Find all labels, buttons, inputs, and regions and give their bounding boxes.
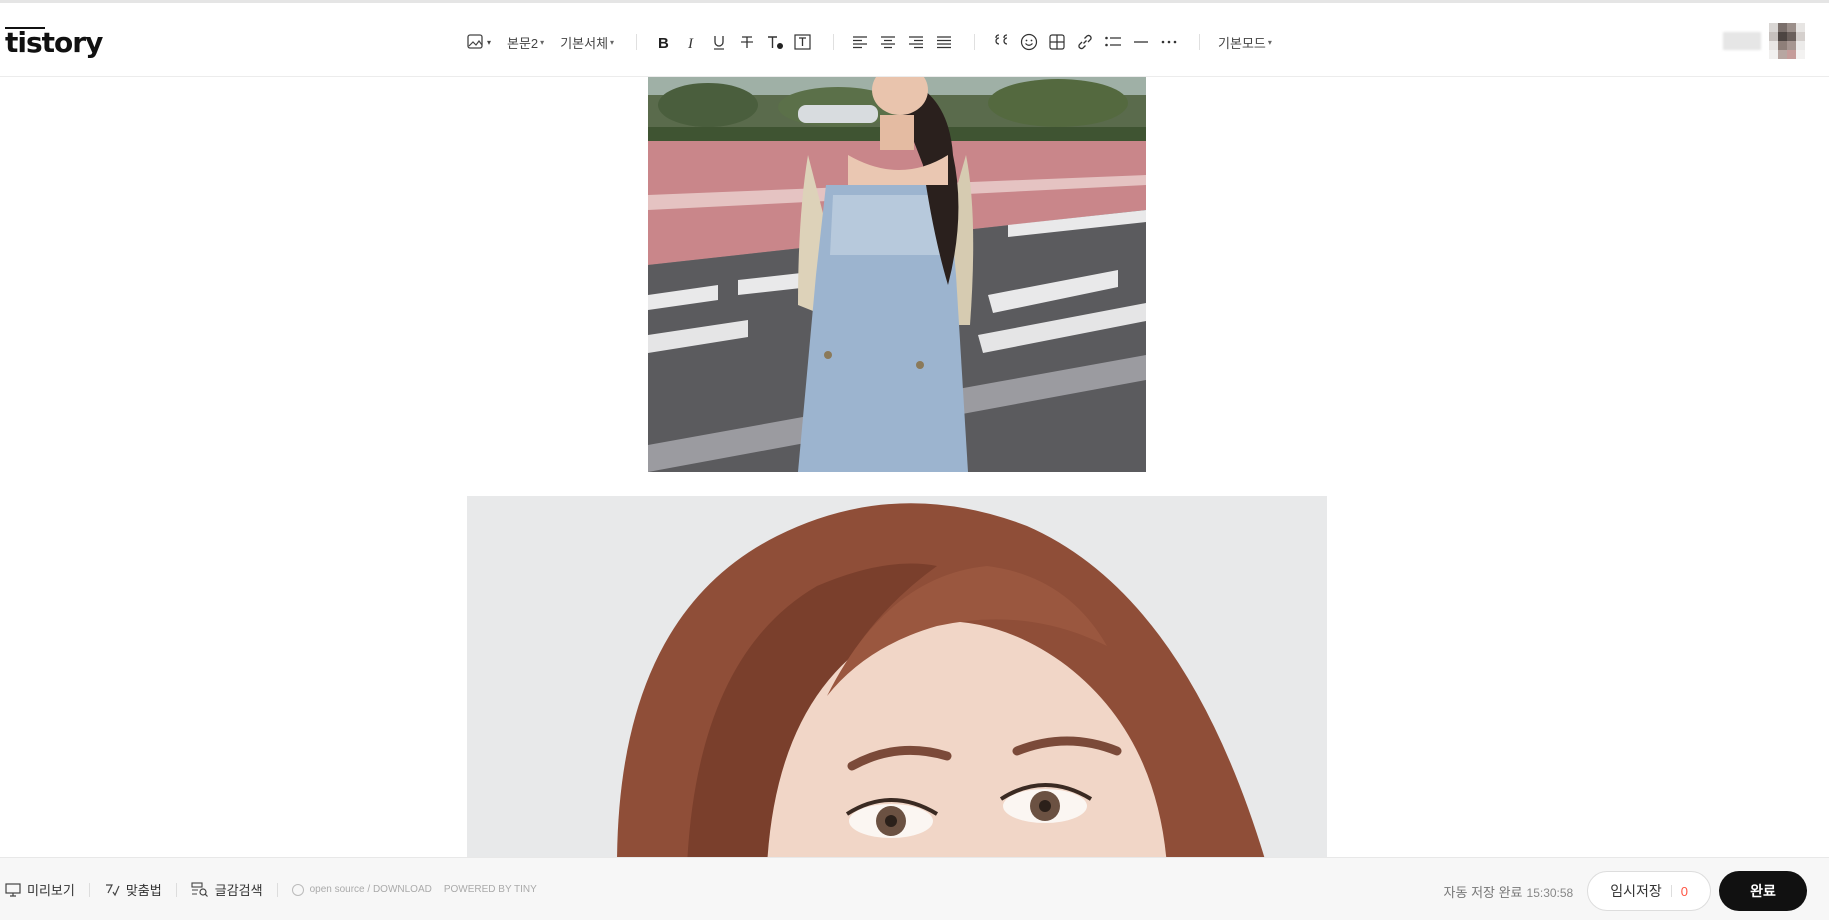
toolbar-divider bbox=[833, 34, 835, 50]
editor-content[interactable] bbox=[0, 77, 1829, 857]
underline-button[interactable] bbox=[707, 29, 731, 55]
link-icon bbox=[1078, 34, 1092, 50]
autosave-text: 자동 저장 완료 bbox=[1443, 884, 1523, 900]
bullet-list-button[interactable] bbox=[1101, 29, 1125, 55]
draft-count: 0 bbox=[1680, 883, 1688, 899]
text-color-button[interactable] bbox=[763, 29, 787, 55]
align-right-button[interactable] bbox=[904, 29, 928, 55]
quote-button[interactable] bbox=[989, 29, 1013, 55]
table-icon bbox=[1049, 34, 1065, 50]
align-center-button[interactable] bbox=[876, 29, 900, 55]
list-icon bbox=[1105, 36, 1122, 47]
autosave-status: 자동 저장 완료 15:30:58 bbox=[1444, 882, 1574, 901]
powered-by-tiny[interactable]: POWERED BY TINY bbox=[444, 884, 537, 895]
align-justify-button[interactable] bbox=[932, 29, 956, 55]
svg-text:I: I bbox=[687, 36, 694, 50]
bold-icon: B bbox=[658, 35, 669, 50]
italic-icon: I bbox=[687, 36, 694, 50]
toolbar-divider bbox=[974, 34, 976, 50]
font-family-value: 기본서체 bbox=[560, 35, 609, 51]
align-center-icon bbox=[881, 36, 896, 49]
footer-left-tools: 미리보기 맞춤법 글감검색 open source / DOWNLOAD POW… bbox=[5, 858, 549, 921]
tistory-logo[interactable]: tistory bbox=[5, 26, 103, 60]
blurred-username bbox=[1723, 32, 1761, 50]
footer-divider bbox=[88, 882, 90, 897]
align-right-icon bbox=[909, 36, 924, 49]
content-search-button[interactable]: 글감검색 bbox=[191, 880, 263, 899]
text-background-icon bbox=[794, 34, 811, 50]
quote-icon bbox=[995, 34, 1008, 45]
strikethrough-icon bbox=[741, 36, 754, 48]
chevron-down-icon: ▾ bbox=[540, 37, 545, 47]
preview-label: 미리보기 bbox=[27, 883, 75, 898]
logo-text: tistory bbox=[5, 26, 103, 59]
italic-button[interactable]: I bbox=[679, 29, 703, 55]
text-background-button[interactable] bbox=[791, 29, 815, 55]
user-area[interactable] bbox=[1723, 23, 1805, 59]
image-icon bbox=[467, 34, 483, 49]
autosave-time: 15:30:58 bbox=[1526, 885, 1574, 900]
editor-footer: 미리보기 맞춤법 글감검색 open source / DOWNLOAD POW… bbox=[0, 857, 1829, 920]
footer-divider bbox=[175, 882, 177, 897]
preview-button[interactable]: 미리보기 bbox=[5, 880, 75, 899]
draft-label: 임시저장 bbox=[1610, 883, 1662, 899]
bold-button[interactable]: B bbox=[651, 29, 675, 55]
opensource-label: open source / DOWNLOAD bbox=[309, 884, 432, 895]
content-search-icon bbox=[191, 881, 208, 897]
editor-toolbar: tistory ▾ 본문2 ▾ 기본서체 ▾ B I 기본모드 ▾ bbox=[0, 0, 1829, 77]
logo-underline bbox=[5, 27, 45, 29]
spellcheck-label: 맞춤법 bbox=[125, 883, 162, 898]
horizontal-rule-button[interactable] bbox=[1129, 29, 1153, 55]
text-color-icon bbox=[768, 36, 784, 49]
toolbar-divider bbox=[1199, 34, 1201, 50]
table-button[interactable] bbox=[1045, 29, 1069, 55]
post-image-portrait[interactable] bbox=[467, 496, 1327, 857]
more-options-button[interactable] bbox=[1157, 29, 1181, 55]
tiny-logo-icon bbox=[291, 883, 304, 896]
draft-divider bbox=[1670, 885, 1672, 897]
chevron-down-icon: ▾ bbox=[610, 37, 615, 47]
content-search-label: 글감검색 bbox=[214, 883, 263, 898]
emoticon-button[interactable] bbox=[1017, 29, 1041, 55]
toolbar-divider bbox=[636, 34, 638, 50]
image-insert-button[interactable]: ▾ bbox=[467, 29, 491, 55]
editor-mode-value: 기본모드 bbox=[1218, 35, 1266, 51]
paragraph-style-value: 본문2 bbox=[507, 35, 539, 51]
smile-icon bbox=[1020, 33, 1038, 51]
spellcheck-button[interactable]: 맞춤법 bbox=[104, 880, 162, 899]
font-family-dropdown[interactable]: 기본서체 ▾ bbox=[556, 29, 618, 55]
save-draft-button[interactable]: 임시저장 0 bbox=[1587, 871, 1711, 911]
done-label: 완료 bbox=[1750, 883, 1776, 899]
footer-divider bbox=[276, 882, 278, 897]
editor-mode-dropdown[interactable]: 기본모드 ▾ bbox=[1214, 29, 1276, 55]
powered-label: POWERED BY TINY bbox=[443, 884, 537, 895]
post-image-street[interactable] bbox=[648, 77, 1146, 472]
chevron-down-icon: ▾ bbox=[1267, 37, 1272, 47]
monitor-icon bbox=[5, 882, 21, 897]
format-tools: ▾ 본문2 ▾ 기본서체 ▾ B I 기본모드 ▾ bbox=[467, 29, 1280, 55]
align-justify-icon bbox=[937, 36, 952, 49]
street-photo-illustration bbox=[648, 77, 1146, 472]
portrait-photo-illustration bbox=[467, 496, 1327, 857]
align-left-icon bbox=[853, 36, 868, 49]
spellcheck-icon bbox=[105, 883, 120, 896]
opensource-link[interactable]: open source / DOWNLOAD bbox=[291, 883, 432, 896]
align-left-button[interactable] bbox=[848, 29, 872, 55]
avatar[interactable] bbox=[1769, 23, 1805, 59]
underline-icon bbox=[714, 36, 725, 50]
publish-done-button[interactable]: 완료 bbox=[1719, 871, 1807, 911]
strikethrough-button[interactable] bbox=[735, 29, 759, 55]
more-icon bbox=[1161, 40, 1177, 44]
paragraph-style-dropdown[interactable]: 본문2 ▾ bbox=[503, 29, 548, 55]
svg-text:B: B bbox=[658, 35, 669, 50]
link-button[interactable] bbox=[1073, 29, 1097, 55]
horizontal-line-icon bbox=[1134, 41, 1149, 43]
footer-right-actions: 자동 저장 완료 15:30:58 임시저장 0 완료 bbox=[1444, 871, 1807, 911]
